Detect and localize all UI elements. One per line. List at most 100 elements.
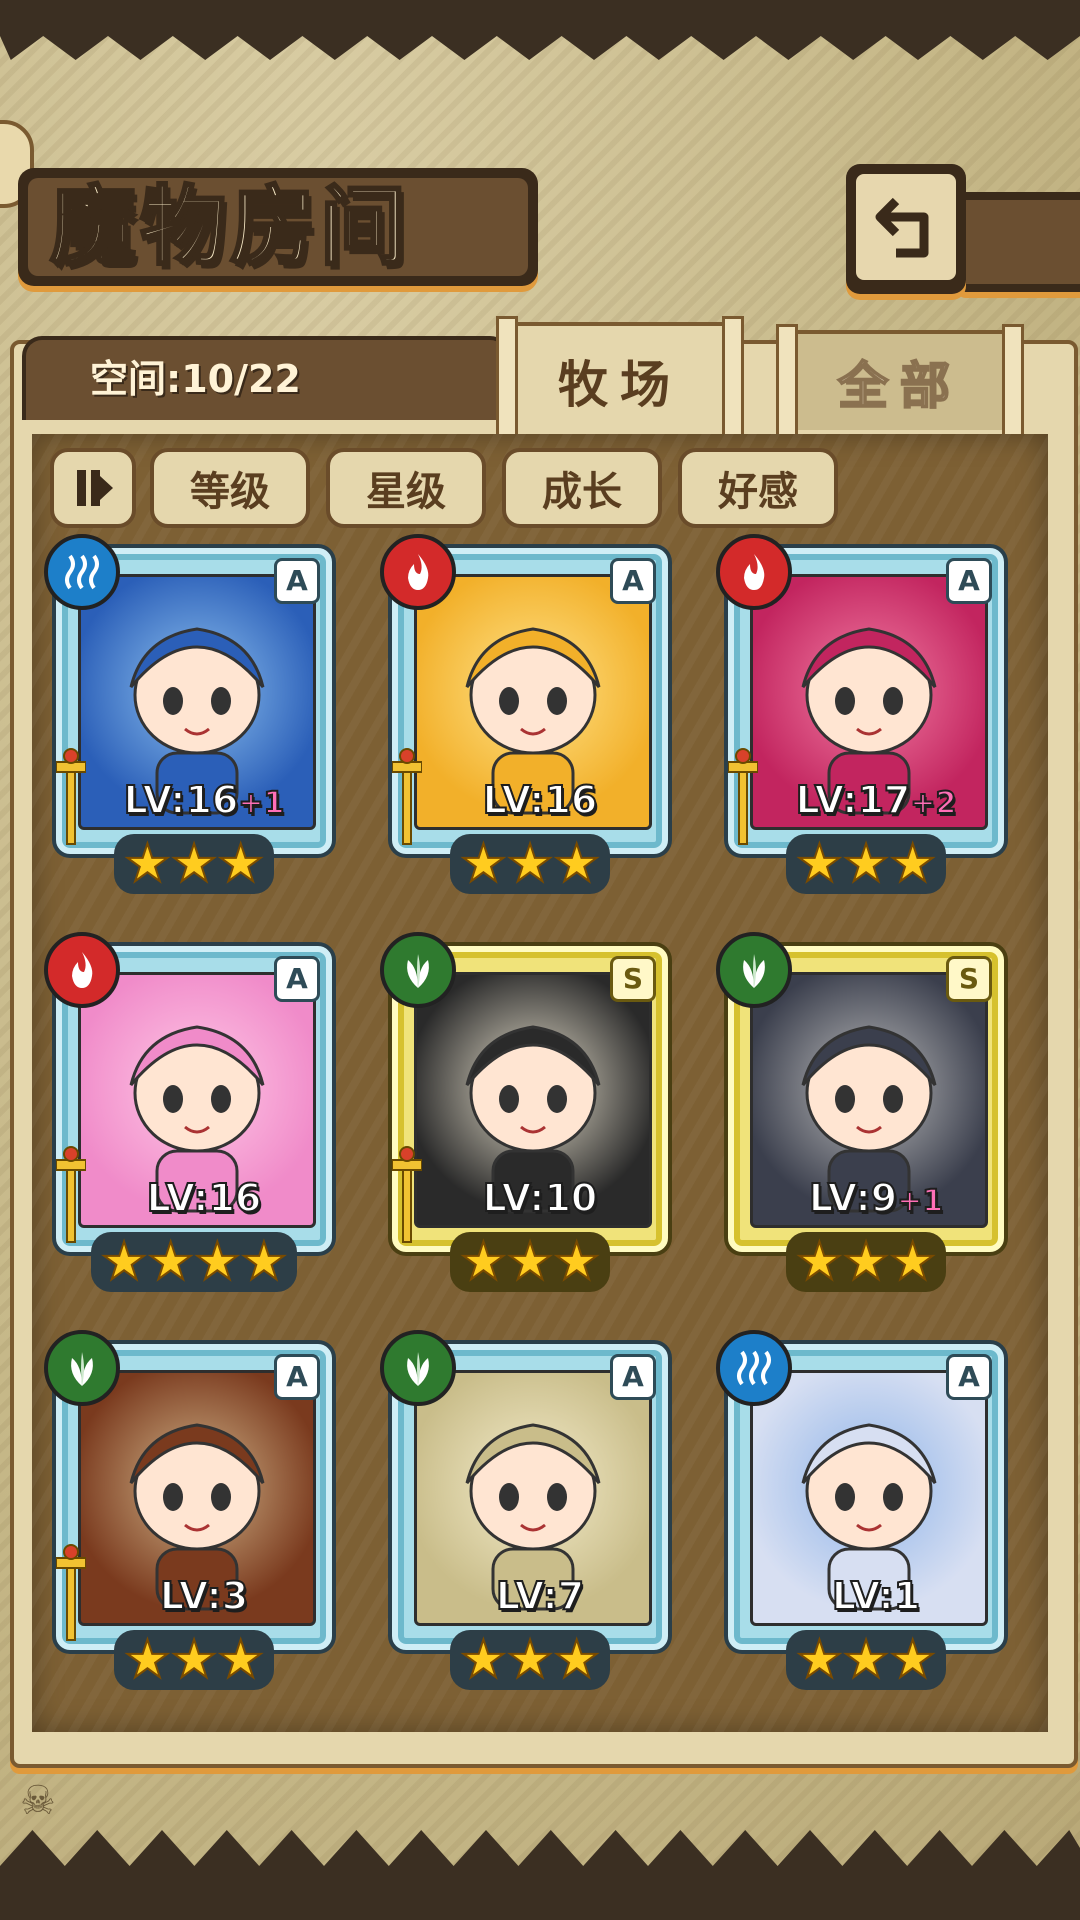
sort-order-icon: [77, 470, 113, 506]
star-icon: ★: [123, 834, 172, 894]
leaf-icon: [716, 932, 792, 1008]
sword-icon: [55, 748, 87, 848]
level-value: LV:7: [495, 1573, 585, 1619]
tab-ranch[interactable]: 牧场: [496, 316, 744, 437]
space-counter: 空间:10/22: [90, 357, 301, 401]
page-title: 魔物房间: [49, 176, 410, 279]
star-icon: ★: [795, 1630, 844, 1690]
level-label: LV:17+2: [776, 777, 976, 823]
sword-icon: [55, 1146, 87, 1246]
level-label: LV:10: [440, 1175, 640, 1221]
level-label: LV:16+1: [104, 777, 304, 823]
star-icon: ★: [193, 1232, 242, 1292]
flame-icon: [44, 932, 120, 1008]
rank-badge: A: [610, 558, 656, 604]
rank-badge: A: [946, 558, 992, 604]
leaf-icon: [380, 932, 456, 1008]
sort-order-toggle[interactable]: [50, 448, 136, 528]
level-value: LV:16: [482, 777, 599, 823]
sort-affection-button[interactable]: 好感: [678, 448, 838, 528]
star-icon: ★: [795, 1232, 844, 1292]
star-icon: ★: [216, 1630, 265, 1690]
header-right-plate: [956, 192, 1080, 292]
star-icon: ★: [123, 1630, 172, 1690]
star-icon: ★: [506, 1630, 555, 1690]
tab-all[interactable]: 全部: [776, 324, 1024, 445]
star-icon: ★: [506, 834, 555, 894]
level-value: LV:10: [482, 1175, 599, 1221]
star-icon: ★: [146, 1232, 195, 1292]
star-icon: ★: [459, 1630, 508, 1690]
rank-badge: S: [946, 956, 992, 1002]
star-icon: ★: [842, 1630, 891, 1690]
sword-icon: [391, 1146, 423, 1246]
water-wave-icon: [44, 534, 120, 610]
level-value: LV:9: [808, 1175, 898, 1221]
level-value: LV:17: [795, 777, 912, 823]
rank-badge: A: [610, 1354, 656, 1400]
sort-level-button[interactable]: 等级: [150, 448, 310, 528]
sword-icon: [55, 1544, 87, 1644]
star-rating: ★ ★ ★: [44, 1630, 344, 1690]
level-value: LV:3: [159, 1573, 249, 1619]
star-icon: ★: [170, 834, 219, 894]
monster-card[interactable]: A LV:16 ★ ★ ★: [380, 534, 680, 894]
level-label: LV:7: [440, 1573, 640, 1619]
star-icon: ★: [170, 1630, 219, 1690]
star-icon: ★: [842, 1232, 891, 1292]
level-bonus: +1: [896, 1183, 944, 1220]
level-bonus: +2: [909, 785, 957, 822]
rank-badge: A: [274, 956, 320, 1002]
sort-growth-button[interactable]: 成长: [502, 448, 662, 528]
star-rating: ★ ★ ★: [380, 1232, 680, 1292]
star-icon: ★: [552, 834, 601, 894]
monster-card[interactable]: S LV:10 ★ ★ ★: [380, 932, 680, 1292]
star-rating: ★ ★ ★: [716, 1232, 1016, 1292]
back-button[interactable]: [846, 164, 966, 294]
level-label: LV:9+1: [776, 1175, 976, 1221]
star-icon: ★: [459, 834, 508, 894]
monster-card[interactable]: A LV:7 ★ ★ ★: [380, 1330, 680, 1690]
monster-card[interactable]: A LV:1 ★ ★ ★: [716, 1330, 1016, 1690]
rank-badge: S: [610, 956, 656, 1002]
star-icon: ★: [888, 1630, 937, 1690]
sword-icon: [727, 748, 759, 848]
level-label: LV:16: [440, 777, 640, 823]
back-arrow-icon: [875, 197, 929, 258]
star-rating: ★ ★ ★: [716, 1630, 1016, 1690]
star-icon: ★: [552, 1232, 601, 1292]
star-rating: ★ ★ ★: [44, 834, 344, 894]
star-icon: ★: [795, 834, 844, 894]
monster-card[interactable]: A LV:17+2 ★ ★ ★: [716, 534, 1016, 894]
star-icon: ★: [506, 1232, 555, 1292]
star-rating: ★ ★ ★: [380, 834, 680, 894]
star-icon: ★: [552, 1630, 601, 1690]
star-rating: ★ ★ ★: [380, 1630, 680, 1690]
star-rating: ★ ★ ★: [716, 834, 1016, 894]
level-value: LV:16: [123, 777, 240, 823]
monster-card[interactable]: S LV:9+1 ★ ★ ★: [716, 932, 1016, 1292]
monster-card[interactable]: A LV:3 ★ ★ ★: [44, 1330, 344, 1690]
monster-card[interactable]: A LV:16+1 ★ ★ ★: [44, 534, 344, 894]
leaf-icon: [380, 1330, 456, 1406]
rank-badge: A: [946, 1354, 992, 1400]
star-icon: ★: [216, 834, 265, 894]
leaf-icon: [44, 1330, 120, 1406]
flame-icon: [380, 534, 456, 610]
water-wave-icon: [716, 1330, 792, 1406]
level-label: LV:3: [104, 1573, 304, 1619]
star-icon: ★: [888, 1232, 937, 1292]
rank-badge: A: [274, 558, 320, 604]
star-icon: ★: [888, 834, 937, 894]
level-label: LV:1: [776, 1573, 976, 1619]
star-icon: ★: [100, 1232, 149, 1292]
star-rating: ★ ★ ★ ★: [44, 1232, 344, 1292]
sort-star-button[interactable]: 星级: [326, 448, 486, 528]
skull-icon: ☠: [20, 1778, 56, 1824]
level-value: LV:16: [146, 1175, 263, 1221]
star-icon: ★: [459, 1232, 508, 1292]
star-icon: ★: [240, 1232, 289, 1292]
flame-icon: [716, 534, 792, 610]
monster-card[interactable]: A LV:16 ★ ★ ★ ★: [44, 932, 344, 1292]
level-label: LV:16: [104, 1175, 304, 1221]
